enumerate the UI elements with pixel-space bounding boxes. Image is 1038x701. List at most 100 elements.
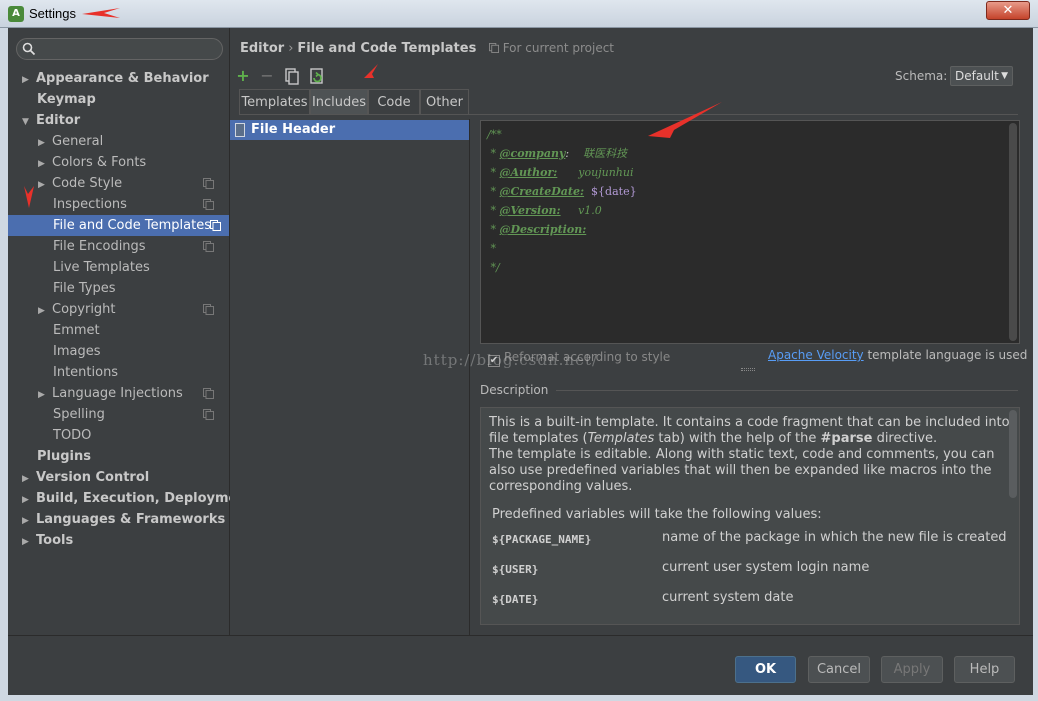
window-title: Settings [29,6,76,21]
window-border-bottom [0,695,1038,701]
tab-templates[interactable]: Templates [239,89,310,114]
apply-button[interactable]: Apply [881,656,943,683]
search-icon [22,42,36,56]
settings-dialog: ▶ Appearance & Behavior Keymap ▼ Editor ▶ G… [8,28,1033,695]
panel-splitter-handle[interactable] [741,368,755,371]
variable-row: ${DATE} current system date [492,583,1012,613]
copy-template-icon[interactable] [283,66,301,86]
code-line: */ [487,261,500,274]
variable-name: ${DATE} [492,593,539,606]
schema-label: Schema: [895,69,948,83]
sidebar-item-plugins[interactable]: Plugins [37,446,91,467]
breadcrumb-section: Editor [240,41,285,56]
expand-arrow-icon[interactable]: ▶ [22,70,36,91]
sidebar-item-inspections[interactable]: Inspections [53,194,222,215]
expand-arrow-icon[interactable]: ▶ [38,301,52,322]
dialog-button-bar: OK Cancel Apply Help [8,635,1033,695]
ok-button[interactable]: OK [735,656,796,683]
sidebar-item-file-types[interactable]: File Types [53,278,116,299]
schema-dropdown[interactable]: Default ▼ [950,66,1013,86]
sidebar-item-code-style[interactable]: ▶ Code Style [38,173,222,194]
editor-scrollbar[interactable] [1009,123,1017,341]
sidebar-item-build-execution-deployment[interactable]: ▶ Build, Execution, Deployment [22,488,253,509]
sidebar-item-language-injections[interactable]: ▶ Language Injections [38,383,222,404]
expand-arrow-icon[interactable]: ▶ [38,385,52,406]
description-scrollbar[interactable] [1009,410,1017,498]
expand-arrow-icon[interactable]: ▶ [22,532,36,553]
sidebar-item-languages-frameworks[interactable]: ▶ Languages & Frameworks [22,509,225,530]
sidebar-item-intentions[interactable]: Intentions [53,362,118,383]
variable-name: ${USER} [492,563,539,576]
project-scope-icon [203,178,214,189]
chevron-down-icon: ▼ [1001,71,1008,81]
sidebar-item-general[interactable]: ▶ General [38,131,103,152]
expand-arrow-icon[interactable]: ▶ [38,133,52,154]
variable-description: current system date [662,590,794,605]
code-line: * @company: 联医科技 [487,147,628,160]
sidebar-item-images[interactable]: Images [53,341,101,362]
reset-template-icon[interactable] [308,66,326,86]
help-button[interactable]: Help [954,656,1015,683]
add-template-button[interactable]: + [234,66,252,86]
expand-arrow-icon[interactable]: ▶ [38,175,52,196]
close-window-button[interactable]: ✕ [986,1,1030,20]
cancel-button[interactable]: Cancel [808,656,870,683]
tab-other[interactable]: Other [420,89,469,114]
expand-arrow-icon[interactable]: ▶ [38,154,52,175]
expand-arrow-icon[interactable]: ▶ [22,469,36,490]
project-scope-icon [203,388,214,399]
code-line: /** [487,128,502,141]
apache-velocity-link[interactable]: Apache Velocity [768,348,864,362]
android-studio-icon: A [8,6,24,22]
description-divider [556,390,1018,391]
project-scope-icon [203,409,214,420]
sidebar-item-live-templates[interactable]: Live Templates [53,257,150,278]
breadcrumb-separator: › [288,41,294,56]
sidebar-item-version-control[interactable]: ▶ Version Control [22,467,149,488]
remove-template-button[interactable]: − [258,66,276,86]
template-code-editor[interactable]: /** * @company: 联医科技 * @Author: youjunhu… [480,120,1020,344]
annotation-arrow-icon [364,64,378,78]
annotation-arrow-icon [82,8,120,18]
description-paragraph: The template is editable. Along with sta… [489,447,995,494]
blog-watermark: http://blog.csdn.net/ [423,351,599,369]
sidebar-item-copyright[interactable]: ▶ Copyright [38,299,222,320]
code-line: * @Author: youjunhui [487,166,634,179]
sidebar-item-appearance-behavior[interactable]: ▶ Appearance & Behavior [22,68,209,89]
description-panel: This is a built-in template. It contains… [480,407,1020,625]
expand-arrow-icon[interactable]: ▶ [22,490,36,511]
annotation-arrow-icon [24,186,34,208]
sidebar-item-tools[interactable]: ▶ Tools [22,530,73,551]
variable-description: name of the package in which the new fil… [662,530,1007,545]
code-line: * @Description: [487,223,587,236]
project-scope-icon [488,43,499,53]
annotation-arrow-icon [648,102,722,138]
sidebar-item-todo[interactable]: TODO [53,425,91,446]
project-scope-note: For current project [488,41,614,55]
sidebar-item-emmet[interactable]: Emmet [53,320,100,341]
collapse-arrow-icon[interactable]: ▼ [22,112,36,133]
expand-arrow-icon[interactable]: ▶ [22,511,36,532]
tab-code[interactable]: Code [368,89,420,114]
tab-includes[interactable]: Includes [310,89,368,114]
breadcrumb: Editor › File and Code Templates For curre… [240,41,614,56]
window-border-left [0,28,8,701]
sidebar-item-keymap[interactable]: Keymap [37,89,96,110]
project-scope-icon [203,304,214,315]
window-border-right [1033,28,1038,701]
settings-search-input[interactable] [16,38,223,60]
sidebar-item-spelling[interactable]: Spelling [53,404,222,425]
sidebar-item-file-code-templates[interactable]: File and Code Templates [8,215,229,236]
predefined-variables-heading: Predefined variables will take the follo… [492,507,822,522]
code-line: * @Version: v1.0 [487,204,602,217]
code-line: * @CreateDate: ${date} [487,185,637,198]
sidebar-item-colors-fonts[interactable]: ▶ Colors & Fonts [38,152,146,173]
sidebar-item-editor[interactable]: ▼ Editor [22,110,80,131]
velocity-note: Apache Velocity template language is use… [768,348,1028,362]
variable-name: ${PACKAGE_NAME} [492,533,592,546]
description-paragraph: This is a built-in template. It contains… [489,415,1010,446]
sidebar-item-file-encodings[interactable]: File Encodings [53,236,222,257]
file-template-icon [235,123,245,137]
project-scope-icon [203,199,214,210]
list-item-file-header[interactable]: File Header [230,120,469,140]
